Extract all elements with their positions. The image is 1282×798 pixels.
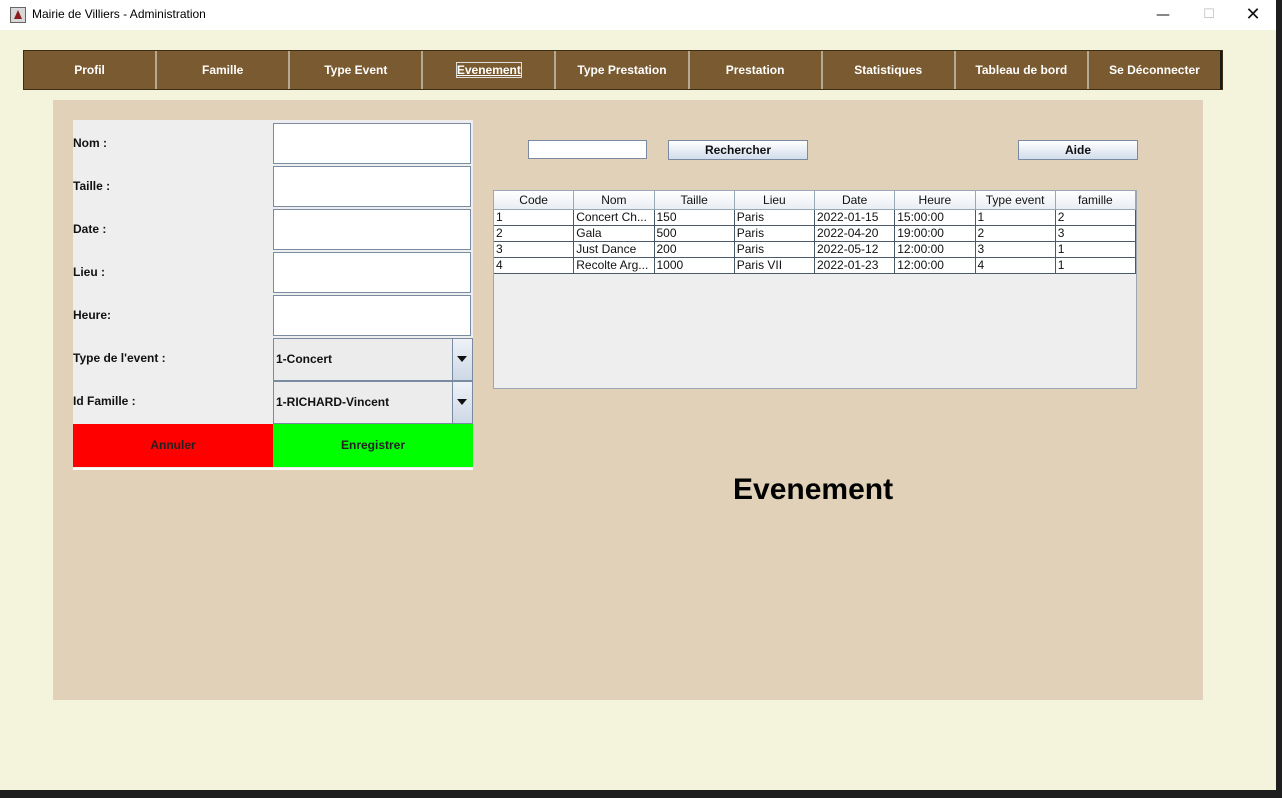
date-label: Date :: [73, 222, 107, 236]
heure-label: Heure:: [73, 308, 112, 322]
nom-label: Nom :: [73, 136, 107, 150]
app-window: Mairie de Villiers - Administration — ☐ …: [0, 0, 1276, 790]
chevron-down-icon[interactable]: [452, 382, 472, 423]
events-table[interactable]: Code Nom Taille Lieu Date Heure Type eve…: [493, 190, 1137, 389]
table-cell: 150: [654, 210, 735, 226]
type-event-label: Type de l'event :: [73, 351, 166, 365]
window-title: Mairie de Villiers - Administration: [32, 7, 206, 21]
type-event-value: 1-Concert: [276, 352, 333, 366]
nav-evenement[interactable]: Evenement: [423, 51, 557, 89]
nav-label: Profil: [74, 63, 105, 77]
table-row[interactable]: 1 Concert Ch... 150 Paris 2022-01-15 15:…: [494, 210, 1136, 226]
table-row[interactable]: 3 Just Dance 200 Paris 2022-05-12 12:00:…: [494, 242, 1136, 258]
nav-prestation[interactable]: Prestation: [690, 51, 823, 89]
table-cell: 2022-05-12: [815, 242, 896, 258]
column-header[interactable]: Code: [494, 191, 575, 210]
table-cell: Concert Ch...: [574, 210, 655, 226]
nav-label: Se Déconnecter: [1109, 63, 1200, 77]
table-cell: 1000: [654, 258, 735, 274]
table-cell: Recolte Arg...: [574, 258, 655, 274]
nav-type-prestation[interactable]: Type Prestation: [556, 51, 690, 89]
nav-tableau-de-bord[interactable]: Tableau de bord: [956, 51, 1089, 89]
table-cell: 3: [975, 242, 1056, 258]
table-cell: 12:00:00: [895, 242, 976, 258]
nav-profil[interactable]: Profil: [24, 51, 158, 89]
table-cell: 1: [1055, 258, 1136, 274]
table-row[interactable]: 4 Recolte Arg... 1000 Paris VII 2022-01-…: [494, 258, 1136, 274]
table-cell: Gala: [574, 226, 655, 242]
chevron-down-icon[interactable]: [452, 339, 472, 380]
table-cell: 2: [1055, 210, 1136, 226]
cancel-button[interactable]: Annuler: [73, 424, 273, 467]
table-cell: 1: [975, 210, 1056, 226]
table-cell: Paris: [734, 242, 815, 258]
table-cell: Just Dance: [574, 242, 655, 258]
table-cell: 2: [494, 226, 575, 242]
column-header[interactable]: Type event: [975, 191, 1056, 210]
table-cell: 3: [494, 242, 575, 258]
search-input[interactable]: [528, 140, 647, 159]
table-cell: 1: [494, 210, 575, 226]
column-header[interactable]: Date: [815, 191, 896, 210]
type-event-select[interactable]: 1-Concert: [273, 338, 473, 381]
search-button[interactable]: Rechercher: [668, 140, 808, 160]
table-cell: 19:00:00: [895, 226, 976, 242]
table-cell: 4: [494, 258, 575, 274]
nav-label: Famille: [201, 63, 244, 77]
id-famille-value: 1-RICHARD-Vincent: [276, 395, 390, 409]
nav-label: Tableau de bord: [975, 63, 1068, 77]
nav-label: Type Event: [324, 63, 388, 77]
id-famille-select[interactable]: 1-RICHARD-Vincent: [273, 381, 473, 424]
table-row[interactable]: 2 Gala 500 Paris 2022-04-20 19:00:00 2 3: [494, 226, 1136, 242]
app-icon: [10, 7, 26, 23]
table-cell: 2022-04-20: [815, 226, 896, 242]
nav-statistiques[interactable]: Statistiques: [823, 51, 956, 89]
nav-label: Evenement: [455, 62, 522, 78]
minimize-button[interactable]: —: [1140, 0, 1186, 30]
nom-field[interactable]: [273, 123, 471, 164]
table-cell: 3: [1055, 226, 1136, 242]
save-button[interactable]: Enregistrer: [273, 424, 473, 467]
column-header[interactable]: Nom: [574, 191, 655, 210]
help-button[interactable]: Aide: [1018, 140, 1138, 160]
lieu-label: Lieu :: [73, 265, 105, 279]
column-header[interactable]: Lieu: [734, 191, 815, 210]
lieu-field[interactable]: [273, 252, 471, 293]
heure-field[interactable]: [273, 295, 471, 336]
nav-famille[interactable]: Famille: [157, 51, 291, 89]
column-header[interactable]: famille: [1055, 191, 1136, 210]
event-form: Nom : Taille : Date : Lieu : Heure: Type…: [73, 120, 473, 470]
date-field[interactable]: [273, 209, 471, 250]
main-navbar: Profil Famille Type Event Evenement Type…: [23, 50, 1223, 90]
table-cell: 2022-01-15: [815, 210, 896, 226]
nav-label: Type Prestation: [577, 63, 667, 77]
nav-label: Prestation: [725, 63, 785, 77]
table-cell: 500: [654, 226, 735, 242]
table-cell: 2022-01-23: [815, 258, 896, 274]
id-famille-label: Id Famille :: [73, 394, 136, 408]
table-cell: Paris: [734, 226, 815, 242]
column-header[interactable]: Heure: [895, 191, 976, 210]
table-cell: 1: [1055, 242, 1136, 258]
taille-field[interactable]: [273, 166, 471, 207]
nav-se-deconnecter[interactable]: Se Déconnecter: [1089, 51, 1222, 89]
nav-type-event[interactable]: Type Event: [290, 51, 424, 89]
table-cell: Paris VII: [734, 258, 815, 274]
close-button[interactable]: ✕: [1230, 0, 1276, 30]
content-panel: Nom : Taille : Date : Lieu : Heure: Type…: [53, 100, 1203, 700]
title-bar: Mairie de Villiers - Administration — ☐ …: [0, 0, 1276, 30]
table-cell: 200: [654, 242, 735, 258]
table-header-row: Code Nom Taille Lieu Date Heure Type eve…: [494, 191, 1136, 210]
nav-label: Statistiques: [854, 63, 923, 77]
table-cell: Paris: [734, 210, 815, 226]
column-header[interactable]: Taille: [654, 191, 735, 210]
table-cell: 12:00:00: [895, 258, 976, 274]
table-cell: 4: [975, 258, 1056, 274]
table-cell: 2: [975, 226, 1056, 242]
taille-label: Taille :: [73, 179, 111, 193]
table-cell: 15:00:00: [895, 210, 976, 226]
maximize-button[interactable]: ☐: [1186, 0, 1232, 30]
page-title: Evenement: [733, 473, 894, 506]
